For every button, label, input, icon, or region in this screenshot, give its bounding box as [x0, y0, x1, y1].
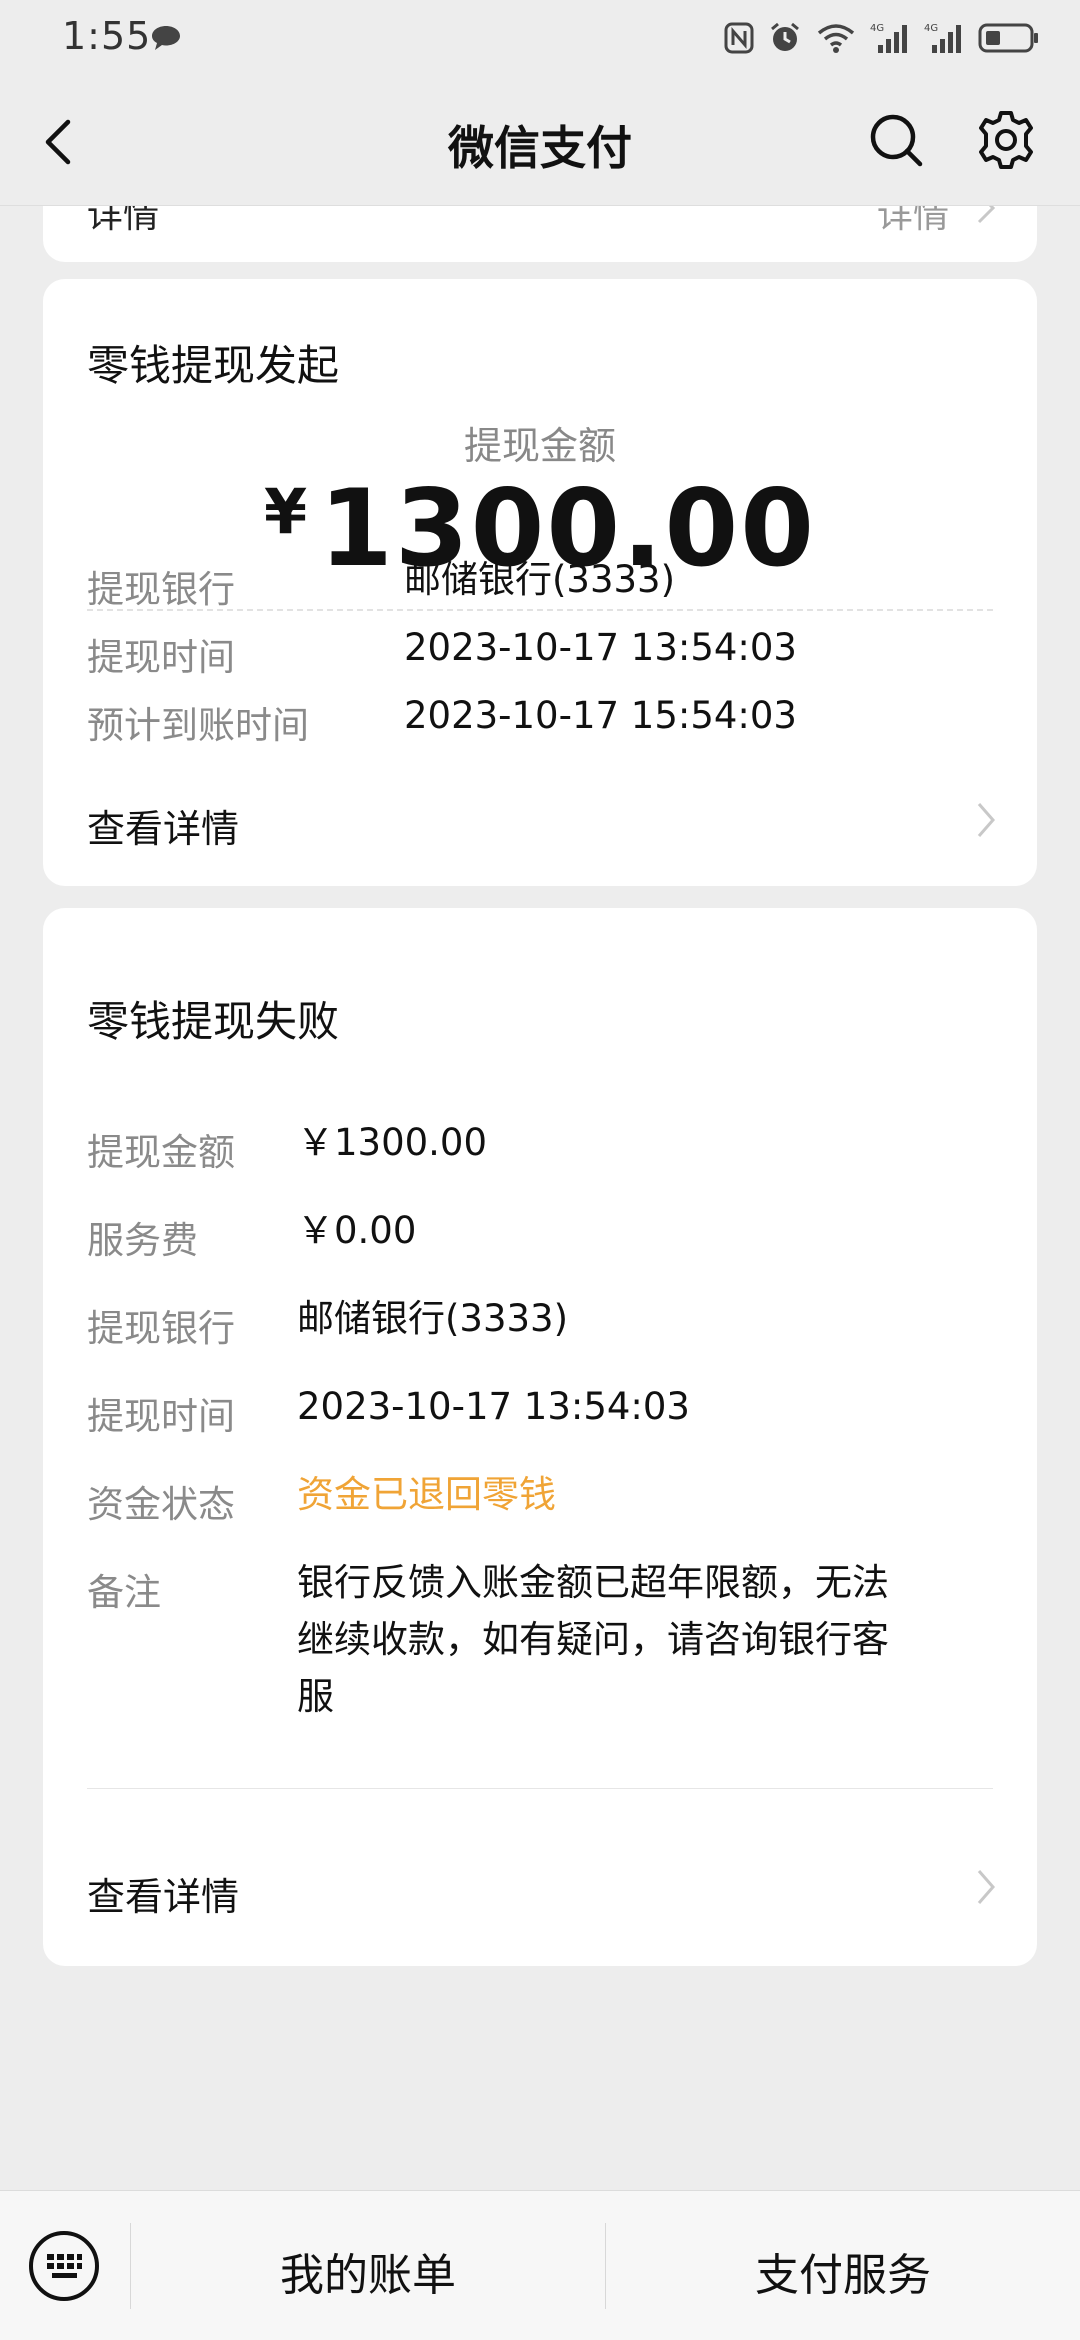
- tab-my-bills[interactable]: 我的账单: [131, 2239, 605, 2303]
- row-value-bank: 邮储银行(3333): [297, 1297, 569, 1340]
- row-label-fee: 服务费: [87, 1219, 198, 1262]
- status-time: 1:55: [62, 14, 152, 58]
- transaction-list[interactable]: 详情 详情 零钱提现发起 提现金额 ¥1300.00 提现银行 邮储银行(333…: [0, 206, 1080, 2190]
- gear-icon[interactable]: [974, 108, 1038, 172]
- card-title: 零钱提现失败: [87, 997, 340, 1046]
- row-value-bank: 邮储银行(3333): [404, 558, 676, 601]
- row-label-fund-status: 资金状态: [87, 1483, 235, 1526]
- partial-text-right: 详情: [876, 206, 949, 236]
- row-label-note: 备注: [87, 1571, 161, 1614]
- previous-card[interactable]: 详情 详情: [43, 206, 1037, 262]
- row-label-expected-time: 预计到账时间: [87, 704, 309, 747]
- row-label-amount: 提现金额: [87, 1131, 235, 1174]
- status-icons: 4G 4G: [724, 20, 1040, 56]
- row-value-fee: ￥0.00: [297, 1209, 417, 1252]
- signal-4g-icon: 4G: [870, 23, 907, 53]
- divider: [87, 1788, 993, 1789]
- search-icon[interactable]: [866, 110, 926, 170]
- row-value-time: 2023-10-17 13:54:03: [297, 1385, 690, 1428]
- status-bar: 1:55 4G 4G: [0, 0, 1080, 78]
- chevron-right-icon: [977, 206, 996, 224]
- row-value-fund-status: 资金已退回零钱: [297, 1473, 556, 1516]
- row-label-time: 提现时间: [87, 636, 235, 679]
- currency-symbol: ¥: [264, 475, 310, 548]
- row-label-time: 提现时间: [87, 1395, 235, 1438]
- card2-detail-row[interactable]: 查看详情: [43, 1809, 1037, 1967]
- row-value-expected-time: 2023-10-17 15:54:03: [404, 694, 797, 737]
- nfc-icon: [724, 22, 754, 54]
- withdrawal-initiated-card: 零钱提现发起 提现金额 ¥1300.00 提现银行 邮储银行(3333) 提现时…: [43, 279, 1037, 849]
- svg-text:4G: 4G: [870, 23, 884, 34]
- bottom-bar: 我的账单 支付服务: [0, 2190, 1080, 2340]
- withdrawal-failed-card: 零钱提现失败 提现金额 ￥1300.00 服务费 ￥0.00 提现银行 邮储银行…: [43, 908, 1037, 1966]
- row-value-note-line1: 银行反馈入账金额已超年限额，无法: [297, 1561, 889, 1604]
- view-details-link[interactable]: 查看详情: [87, 798, 239, 853]
- amount-label: 提现金额: [463, 424, 616, 468]
- alarm-icon: [771, 22, 799, 51]
- row-value-time: 2023-10-17 13:54:03: [404, 626, 797, 669]
- message-notification-icon: [152, 26, 180, 50]
- card-title: 零钱提现发起: [87, 341, 340, 390]
- chevron-right-icon: [977, 1870, 995, 1904]
- row-label-bank: 提现银行: [87, 1307, 235, 1350]
- row-value-note-line2: 继续收款，如有疑问，请咨询银行客: [297, 1618, 889, 1661]
- nav-bar: 微信支付: [0, 78, 1080, 206]
- card1-detail-row[interactable]: 查看详情: [43, 768, 1037, 886]
- svg-text:4G: 4G: [924, 23, 938, 34]
- keyboard-icon[interactable]: [26, 2228, 102, 2304]
- row-label-bank: 提现银行: [87, 568, 235, 611]
- wifi-icon: [817, 24, 855, 53]
- battery-icon: [978, 23, 1038, 53]
- signal-4g-icon-2: 4G: [924, 23, 961, 53]
- chevron-right-icon: [977, 803, 995, 837]
- tab-payment-services[interactable]: 支付服务: [606, 2239, 1080, 2303]
- row-value-note-line3: 服: [297, 1675, 334, 1718]
- view-details-link[interactable]: 查看详情: [87, 1866, 239, 1921]
- row-value-amount: ￥1300.00: [297, 1121, 488, 1164]
- partial-text-left: 详情: [87, 206, 160, 236]
